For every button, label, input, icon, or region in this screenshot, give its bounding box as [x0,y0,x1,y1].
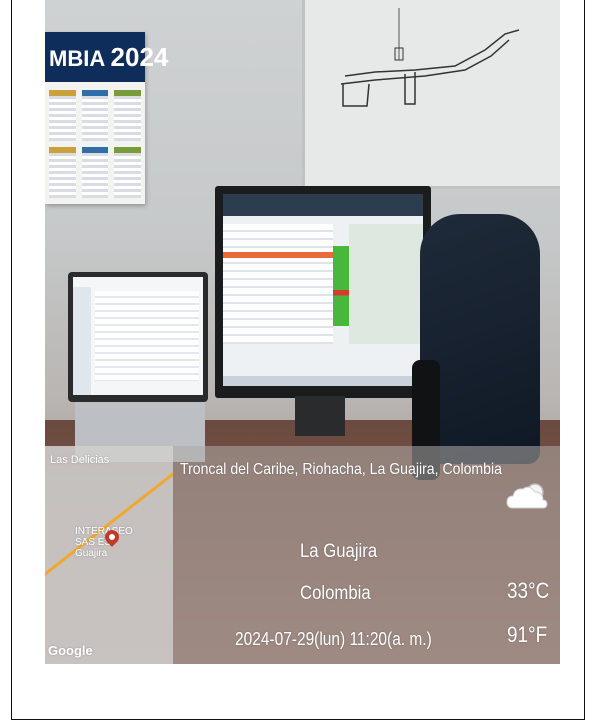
calendar-title-text: MBIA [49,46,105,71]
monitor [215,186,431,398]
calendar-month [49,90,76,141]
laptop-list [95,291,199,381]
highlighted-row [223,252,333,258]
address-text: Troncal del Caribe, Riohacha, La Guajira… [180,461,502,478]
map-thumbnail: Las Delicias INTERASEO SAS ESP Guajira G… [45,446,173,664]
calendar-month [114,147,141,198]
region-text: La Guajira [300,541,378,562]
country-text: Colombia [300,583,371,604]
datetime-text: 2024-07-29(lun) 11:20(a. m.) [235,629,432,649]
wall-calendar: MBIA 2024 [45,32,168,204]
app-header [223,194,423,216]
google-logo: Google [48,643,93,658]
calendar-month [49,147,76,198]
taskbar [223,376,423,386]
status-column [333,246,349,326]
calendar-month [81,90,109,141]
photo: MBIA 2024 Troncal del Caribe, Riohacha, … [45,0,560,664]
calendar-month [81,147,109,198]
temperature-fahrenheit: 91°F [507,622,548,647]
calendar-month [114,90,141,141]
monitor-screen [223,194,423,386]
laptop [68,272,208,402]
calendar-year: 2024 [110,42,169,72]
partly-cloudy-icon [506,483,548,509]
whiteboard [302,0,560,189]
laptop-sidebar [73,287,91,395]
laptop-screen [73,277,203,395]
monitor-stand [295,396,345,436]
whiteboard-sketch [340,8,520,107]
calendar-title: MBIA 2024 [45,32,168,82]
map-place-label: Las Delicias [50,454,110,466]
calendar-months [49,90,141,198]
map-panel [349,224,423,344]
data-table [223,224,333,344]
temperature-celsius: 33°C [507,578,550,603]
